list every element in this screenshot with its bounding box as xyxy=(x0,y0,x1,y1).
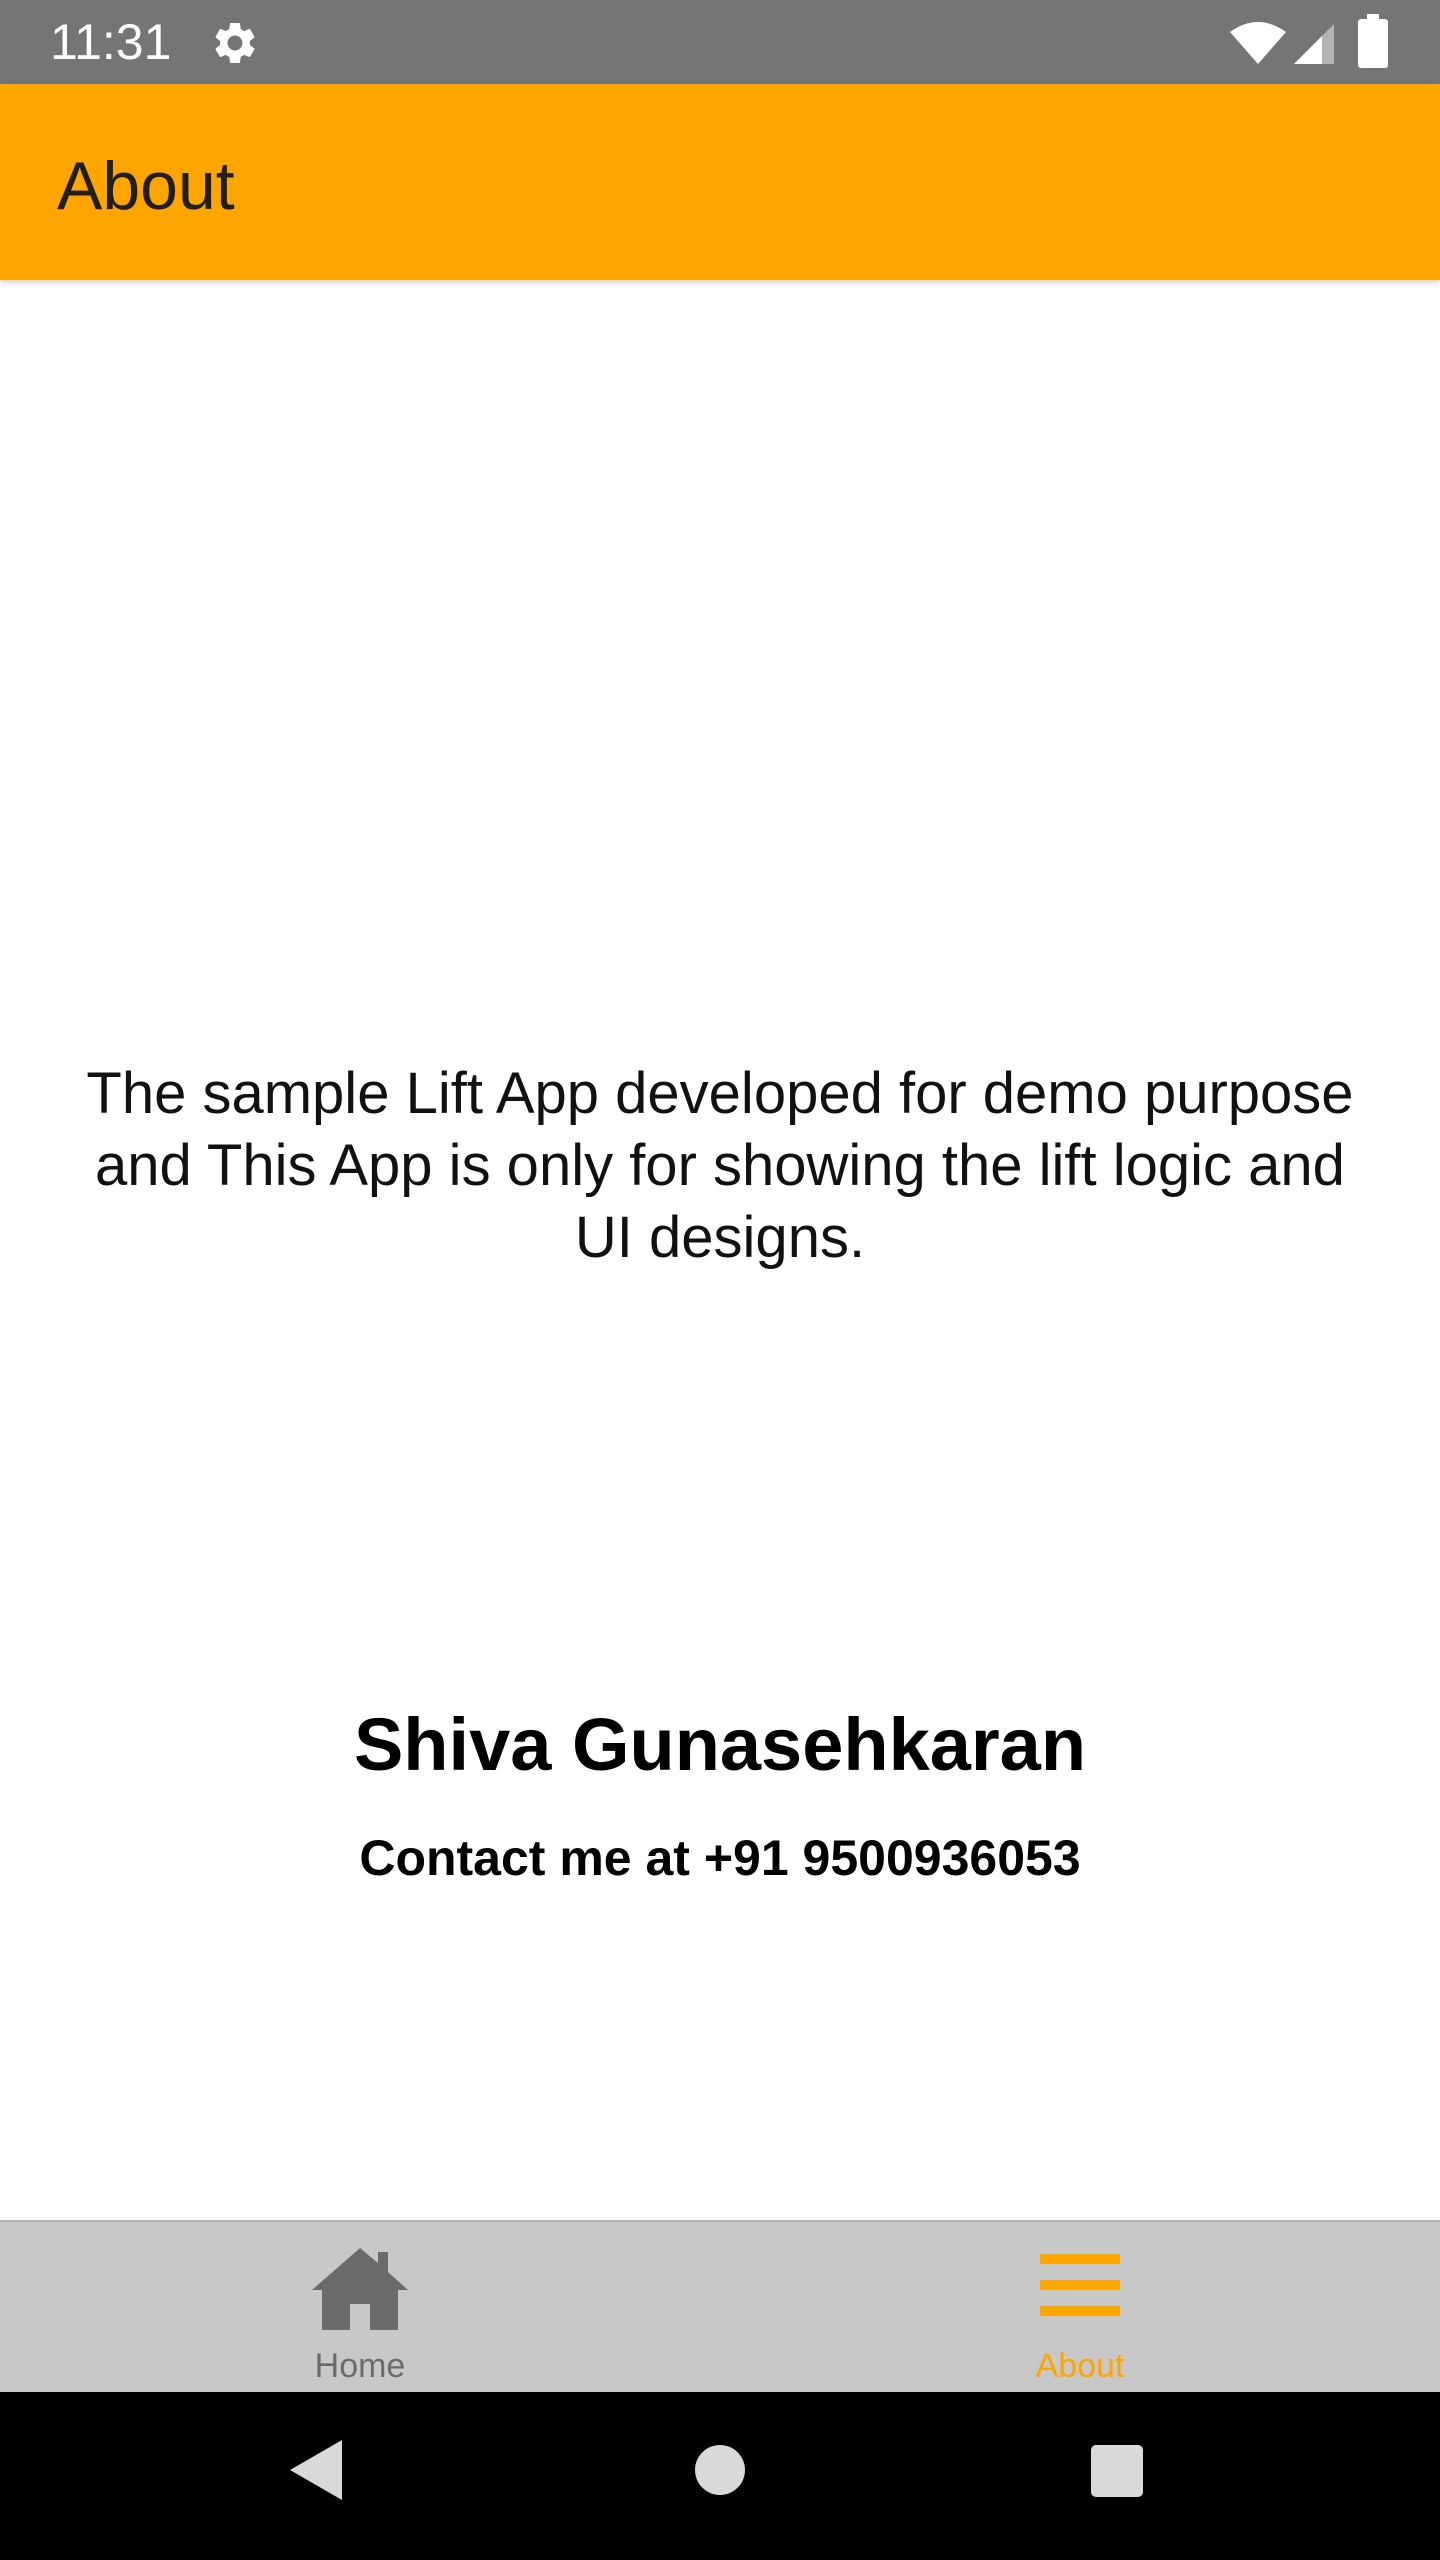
recents-icon[interactable] xyxy=(1090,2444,1144,2498)
author-name: Shiva Gunasehkaran xyxy=(353,1703,1087,1786)
battery-icon xyxy=(1358,14,1388,68)
signal-icon xyxy=(1292,20,1336,66)
screen: 11:31 About The sample Lift App develope… xyxy=(0,0,1440,2560)
page-title: About xyxy=(57,148,235,224)
status-bar: 11:31 xyxy=(0,0,1440,84)
nav-item-about[interactable]: About xyxy=(720,2222,1440,2394)
app-bar: About xyxy=(0,84,1440,280)
wifi-icon xyxy=(1228,20,1288,66)
nav-item-home[interactable]: Home xyxy=(0,2222,720,2394)
contact-text: Contact me at +91 9500936053 xyxy=(359,1830,1081,1886)
menu-icon xyxy=(1030,2244,1130,2334)
gear-icon xyxy=(210,18,260,68)
home-icon xyxy=(310,2244,410,2334)
system-navigation-bar xyxy=(0,2392,1440,2560)
home-circle-icon[interactable] xyxy=(694,2444,746,2496)
nav-label-home: Home xyxy=(314,2347,406,2385)
status-time: 11:31 xyxy=(50,14,172,70)
about-description: The sample Lift App developed for demo p… xyxy=(86,1061,1354,1270)
back-icon[interactable] xyxy=(286,2436,346,2504)
nav-label-about: About xyxy=(1035,2347,1125,2385)
about-content: The sample Lift App developed for demo p… xyxy=(0,280,1440,2220)
bottom-navigation: Home About xyxy=(0,2220,1440,2392)
